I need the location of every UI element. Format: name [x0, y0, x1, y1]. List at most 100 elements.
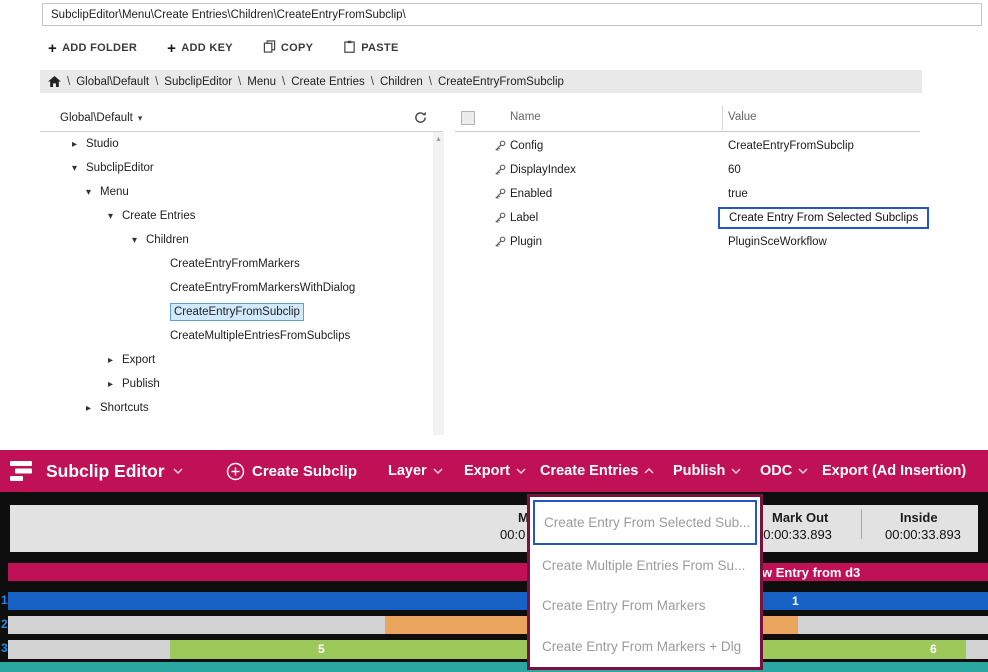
menu-label: Layer	[388, 463, 427, 479]
menu-odc[interactable]: ODC	[760, 450, 808, 492]
tree-item-publish[interactable]: Publish	[40, 372, 433, 396]
property-value[interactable]: PluginSceWorkflow	[728, 230, 827, 254]
expanded-arrow-icon[interactable]	[72, 163, 86, 174]
track2-segment[interactable]	[385, 616, 538, 634]
path-input[interactable]	[42, 3, 982, 26]
tree-item-label: Export	[122, 354, 155, 366]
screenshot-root: ADD FOLDER ADD KEY COPY PASTE \ Global\D…	[0, 0, 988, 672]
tree-item-label: SubclipEditor	[86, 162, 154, 174]
create-subclip-button[interactable]: Create Subclip	[226, 450, 357, 492]
track2-segment[interactable]	[762, 616, 798, 634]
timeline-track-1[interactable]	[8, 592, 988, 610]
tree-root-selector[interactable]: Global\Default	[60, 112, 133, 124]
collapsed-arrow-icon[interactable]	[72, 139, 86, 150]
tree-item-createmultipleentriesfromsubclips[interactable]: CreateMultipleEntriesFromSubclips	[40, 324, 433, 348]
property-value-highlighted[interactable]: Create Entry From Selected Subclips	[718, 207, 929, 229]
tree-item-children[interactable]: Children	[40, 228, 433, 252]
add-key-button[interactable]: ADD KEY	[167, 41, 233, 56]
breadcrumb-segment[interactable]: Menu	[247, 76, 276, 88]
track3-left-label: 5	[318, 642, 325, 656]
tree-header: Global\Default	[40, 104, 443, 132]
app-logo-icon[interactable]	[10, 460, 36, 482]
tree-item-label: Publish	[122, 378, 160, 390]
table-row[interactable]: Plugin PluginSceWorkflow	[455, 230, 920, 254]
tree-item-subclipeditor[interactable]: SubclipEditor	[40, 156, 433, 180]
property-value[interactable]: CreateEntryFromSubclip	[728, 134, 854, 158]
paste-button[interactable]: PASTE	[343, 40, 398, 56]
dropdown-item-label: Create Entry From Selected Sub...	[544, 515, 750, 530]
tree-item-label: Menu	[100, 186, 129, 198]
timeline-track-2[interactable]	[8, 616, 988, 634]
menu-publish[interactable]: Publish	[673, 450, 741, 492]
key-icon	[494, 140, 506, 155]
expanded-arrow-icon[interactable]	[108, 211, 122, 222]
table-row[interactable]: Config CreateEntryFromSubclip	[455, 134, 920, 158]
timeline-track-3[interactable]	[8, 640, 988, 659]
tree-item-createentryfrommarkers[interactable]: CreateEntryFromMarkers	[40, 252, 433, 276]
breadcrumb-segment[interactable]: SubclipEditor	[164, 76, 232, 88]
scroll-up-arrow-icon[interactable]	[433, 132, 444, 144]
plus-icon	[48, 41, 57, 56]
table-row[interactable]: Enabled true	[455, 182, 920, 206]
track-number: 3	[1, 641, 8, 655]
menu-export-ad-insertion[interactable]: Export (Ad Insertion)	[822, 450, 966, 492]
tree-item-export[interactable]: Export	[40, 348, 433, 372]
key-icon	[494, 212, 506, 227]
copy-button[interactable]: COPY	[263, 40, 313, 56]
breadcrumb-segment[interactable]: Create Entries	[291, 76, 365, 88]
menu-label: Export (Ad Insertion)	[822, 463, 966, 479]
dropdown-item-label: Create Entry From Markers + Dlg	[542, 639, 741, 654]
breadcrumb-segment[interactable]: CreateEntryFromSubclip	[438, 76, 564, 88]
inside-value: 00:00:33.893	[885, 527, 961, 542]
player-stage: M 00:0 Mark Out 00:00:33.893 Inside 00:0…	[0, 492, 988, 672]
mark-in-value-partial: 00:0	[500, 527, 525, 542]
key-icon	[494, 164, 506, 179]
tree-item-shortcuts[interactable]: Shortcuts	[40, 396, 433, 420]
dropdown-item-label: Create Entry From Markers	[542, 598, 706, 613]
breadcrumb-separator: \	[282, 76, 285, 88]
copy-label: COPY	[281, 42, 313, 54]
timecode-divider	[861, 509, 862, 539]
property-name: Config	[510, 134, 543, 158]
key-icon	[494, 236, 506, 251]
paste-label: PASTE	[361, 42, 398, 54]
key-icon	[494, 188, 506, 203]
breadcrumb-segment[interactable]: Global\Default	[76, 76, 149, 88]
collapsed-arrow-icon[interactable]	[108, 379, 122, 390]
refresh-icon[interactable]	[414, 111, 427, 124]
add-folder-button[interactable]: ADD FOLDER	[48, 41, 137, 56]
property-value[interactable]: true	[728, 182, 748, 206]
menu-layer[interactable]: Layer	[388, 450, 443, 492]
tree-item-studio[interactable]: Studio	[40, 132, 433, 156]
dropdown-item-create-multiple-entries-from-subclips[interactable]: Create Multiple Entries From Su...	[530, 545, 760, 586]
tree-item-menu[interactable]: Menu	[40, 180, 433, 204]
breadcrumb-separator: \	[238, 76, 241, 88]
menu-create-entries[interactable]: Create Entries	[540, 450, 654, 492]
tree-item-label: CreateEntryFromMarkersWithDialog	[170, 282, 355, 294]
expanded-arrow-icon[interactable]	[86, 187, 100, 198]
config-toolbar: ADD FOLDER ADD KEY COPY PASTE	[48, 37, 399, 59]
collapsed-arrow-icon[interactable]	[108, 355, 122, 366]
collapsed-arrow-icon[interactable]	[86, 403, 100, 414]
select-all-checkbox[interactable]	[461, 111, 475, 125]
dropdown-item-create-entry-from-selected-subclips[interactable]: Create Entry From Selected Sub...	[533, 500, 757, 545]
table-row[interactable]: Label Create Entry From Selected Subclip…	[455, 206, 920, 230]
home-icon[interactable]	[48, 76, 61, 87]
tree-scrollbar[interactable]	[433, 132, 444, 435]
dropdown-item-create-entry-from-markers-dlg[interactable]: Create Entry From Markers + Dlg	[530, 626, 760, 667]
clip-title-partial: w Entry from d3	[762, 565, 860, 580]
property-value[interactable]: 60	[728, 158, 741, 182]
menu-label: ODC	[760, 463, 792, 479]
property-name: Label	[510, 206, 538, 230]
tree-item-createentryfrommarkerswithdialog[interactable]: CreateEntryFromMarkersWithDialog	[40, 276, 433, 300]
breadcrumb: \ Global\Default \ SubclipEditor \ Menu …	[40, 70, 922, 93]
menu-export[interactable]: Export	[464, 450, 526, 492]
expanded-arrow-icon[interactable]	[132, 235, 146, 246]
table-row[interactable]: DisplayIndex 60	[455, 158, 920, 182]
tree-item-createentryfromsubclip-selected[interactable]: CreateEntryFromSubclip	[40, 300, 433, 324]
dropdown-item-create-entry-from-markers[interactable]: Create Entry From Markers	[530, 586, 760, 627]
tree-item-create-entries[interactable]: Create Entries	[40, 204, 433, 228]
app-title-menu[interactable]: Subclip Editor	[46, 450, 183, 492]
property-name: Plugin	[510, 230, 542, 254]
breadcrumb-segment[interactable]: Children	[380, 76, 423, 88]
